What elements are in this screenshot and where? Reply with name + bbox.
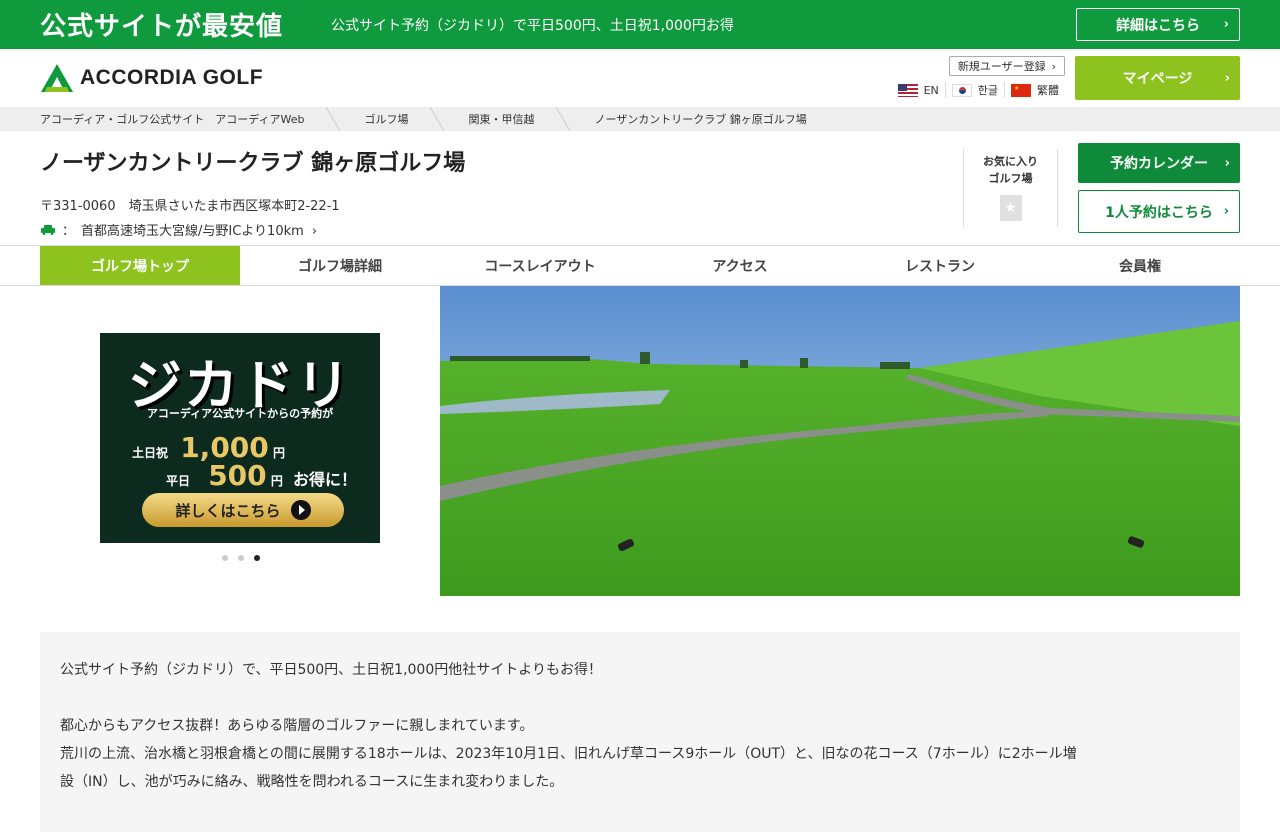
tab-access[interactable]: アクセス	[640, 246, 840, 285]
favorite-button[interactable]: お気に入り ゴルフ場 ★	[963, 149, 1058, 227]
weekday-yen: 円	[270, 474, 283, 488]
breadcrumb-item-current: ノーザンカントリークラブ 錦ヶ原ゴルフ場	[594, 113, 807, 126]
otoku-text: お得に！	[293, 470, 358, 489]
reservation-calendar-button[interactable]: 予約カレンダー ›	[1078, 143, 1240, 183]
chevron-right-icon: ›	[1223, 204, 1229, 219]
lang-ko-label: 한글	[977, 84, 998, 97]
course-access: ： 首都高速埼玉大宮線/与野ICより10km ›	[40, 220, 1240, 239]
mypage-button[interactable]: マイページ ›	[1075, 56, 1240, 100]
jikadori-banner[interactable]: ジカドリ アコーディア公式サイトからの予約が 土日祝 1,000 円 平日 50…	[100, 333, 380, 543]
lang-en-label: EN	[923, 83, 939, 97]
kr-flag-icon	[951, 83, 972, 97]
accordia-logo[interactable]: ACCORDIA GOLF	[40, 63, 263, 93]
us-flag-icon	[897, 83, 918, 97]
site-header: ACCORDIA GOLF 新規ユーザー登録 › EN 한글 ★ 繁體 マイペー…	[0, 49, 1280, 107]
lang-zh[interactable]: ★ 繁體	[1004, 82, 1065, 98]
register-link[interactable]: 新規ユーザー登録 ›	[948, 56, 1065, 76]
bookmark-star-icon: ★	[999, 195, 1022, 221]
breadcrumb-item-home[interactable]: アコーディア・ゴルフ公式サイト アコーディアWeb	[40, 107, 304, 131]
language-switcher: EN 한글 ★ 繁體	[892, 82, 1065, 98]
carousel-dot-active[interactable]	[254, 555, 260, 561]
golf-course-photo	[440, 286, 1240, 596]
hero-section: ジカドリ アコーディア公式サイトからの予約が 土日祝 1,000 円 平日 50…	[0, 286, 1280, 596]
promo-message: 公式サイト予約（ジカドリ）で平日500円、土日祝1,000円お得	[331, 17, 734, 34]
promo-bar: 公式サイトが最安値 公式サイト予約（ジカドリ）で平日500円、土日祝1,000円…	[0, 0, 1280, 49]
access-prefix: ：	[62, 224, 76, 239]
banner-detail-button[interactable]: 詳しくはこちら	[142, 493, 344, 527]
lang-zh-label: 繁體	[1037, 84, 1059, 97]
mypage-label: マイページ	[1122, 71, 1193, 87]
course-description: 公式サイト予約（ジカドリ）で、平日500円、土日祝1,000円他社サイトよりもお…	[40, 632, 1240, 832]
tab-restaurant[interactable]: レストラン	[840, 246, 1040, 285]
breadcrumb-item-golf[interactable]: ゴルフ場	[364, 107, 408, 131]
chevron-right-icon: ›	[1224, 70, 1230, 86]
access-link[interactable]: 首都高速埼玉大宮線/与野ICより10km ›	[81, 220, 317, 239]
header-right: 新規ユーザー登録 › EN 한글 ★ 繁體 マイページ ›	[875, 56, 1240, 100]
chevron-right-icon: ›	[1224, 155, 1230, 171]
chevron-right-icon: ›	[1223, 17, 1229, 32]
lang-ko[interactable]: 한글	[944, 82, 1004, 98]
description-line: 荒川の上流、治水橋と羽根倉橋との間に展開する18ホールは、2023年10月1日、…	[60, 746, 1077, 762]
play-arrow-icon	[290, 500, 311, 520]
weekday-value: 500	[208, 459, 267, 492]
breadcrumb: アコーディア・ゴルフ公式サイト アコーディアWeb ゴルフ場 関東・甲信越 ノー…	[0, 107, 1280, 131]
tab-golf-top[interactable]: ゴルフ場トップ	[40, 246, 240, 285]
access-text: 首都高速埼玉大宮線/与野ICより10km	[81, 224, 304, 239]
register-label: 新規ユーザー登録	[957, 60, 1046, 73]
breadcrumb-separator-icon	[430, 107, 445, 131]
lang-en[interactable]: EN	[892, 83, 945, 97]
banner-button-label: 詳しくはこちら	[175, 501, 281, 520]
cn-flag-icon: ★	[1011, 83, 1031, 97]
breadcrumb-item-region[interactable]: 関東・甲信越	[468, 107, 534, 131]
chevron-right-icon: ›	[311, 224, 318, 239]
banner-weekday: 平日 500 円 お得に！	[166, 459, 357, 492]
course-tabs: ゴルフ場トップ ゴルフ場詳細 コースレイアウト アクセス レストラン 会員権	[0, 246, 1280, 286]
header-links: 新規ユーザー登録 › EN 한글 ★ 繁體	[875, 56, 1065, 100]
promo-detail-button[interactable]: 詳細はこちら ›	[1076, 8, 1240, 41]
tab-membership[interactable]: 会員権	[1040, 246, 1240, 285]
description-line: 設（IN）し、池が巧みに絡み、戦略性を問われるコースに生まれ変わりました。	[60, 774, 564, 790]
breadcrumb-separator-icon	[326, 107, 341, 131]
weekend-yen: 円	[272, 446, 285, 460]
single-label: 1人予約はこちら	[1105, 204, 1213, 221]
promo-headline: 公式サイトが最安値	[40, 12, 284, 42]
chevron-right-icon: ›	[1051, 59, 1056, 73]
weekend-label: 土日祝	[132, 446, 169, 460]
description-line: 都心からもアクセス抜群！あらゆる階層のゴルファーに親しまれています。	[60, 718, 534, 734]
favorite-label-1: お気に入り	[983, 155, 1038, 168]
banner-subtitle: アコーディア公式サイトからの予約が	[146, 407, 334, 420]
single-reservation-button[interactable]: 1人予約はこちら ›	[1078, 190, 1240, 233]
carousel-dots	[222, 555, 270, 561]
favorite-label-2: ゴルフ場	[988, 172, 1033, 185]
breadcrumb-separator-icon	[556, 107, 571, 131]
calendar-label: 予約カレンダー	[1110, 156, 1208, 172]
promo-detail-label: 詳細はこちら	[1116, 17, 1200, 34]
car-icon	[41, 224, 55, 235]
accordia-logo-icon	[41, 64, 73, 92]
course-title: ノーザンカントリークラブ 錦ヶ原ゴルフ場	[40, 151, 466, 176]
carousel-dot[interactable]	[222, 555, 228, 561]
description-line: 公式サイト予約（ジカドリ）で、平日500円、土日祝1,000円他社サイトよりもお…	[60, 662, 602, 678]
logo-text: ACCORDIA GOLF	[80, 66, 264, 89]
tab-course-layout[interactable]: コースレイアウト	[440, 246, 640, 285]
course-address: 〒331-0060 埼玉県さいたま市西区塚本町2-22-1	[40, 199, 340, 214]
description-spacer	[60, 684, 1220, 712]
weekday-label: 平日	[166, 474, 191, 488]
tab-golf-detail[interactable]: ゴルフ場詳細	[240, 246, 440, 285]
course-header: ノーザンカントリークラブ 錦ヶ原ゴルフ場 〒331-0060 埼玉県さいたま市西…	[0, 131, 1280, 246]
carousel-dot[interactable]	[238, 555, 244, 561]
